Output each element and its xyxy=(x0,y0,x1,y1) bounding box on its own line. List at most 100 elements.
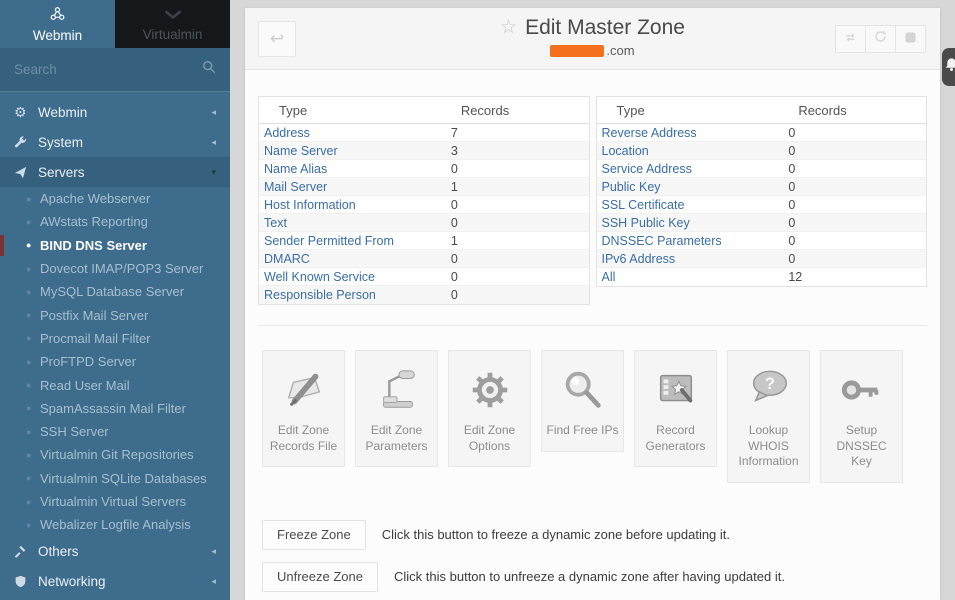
record-type-row: Sender Permitted From1 xyxy=(259,232,589,250)
sidebar-subitem-ssh-server[interactable]: ●SSH Server xyxy=(0,420,230,443)
sidebar-subitem-awstats-reporting[interactable]: ●AWstats Reporting xyxy=(0,210,230,233)
sidebar-subitem-virtualmin-git-repositories[interactable]: ●Virtualmin Git Repositories xyxy=(0,443,230,466)
record-type-row: DNSSEC Parameters0 xyxy=(597,232,927,250)
record-type-row: DMARC0 xyxy=(259,250,589,268)
zone-action-cards: Edit Zone Records FileEdit Zone Paramete… xyxy=(258,350,927,483)
record-count: 0 xyxy=(447,216,589,230)
record-count: 1 xyxy=(447,234,589,248)
bell-icon xyxy=(942,57,955,77)
record-type-row: SSH Public Key0 xyxy=(597,214,927,232)
record-type-link-name-alias[interactable]: Name Alias xyxy=(259,162,447,176)
sidebar-subitem-webalizer-logfile-analysis[interactable]: ●Webalizer Logfile Analysis xyxy=(0,513,230,536)
chevron-left-icon: ◂ xyxy=(211,137,216,148)
record-type-link-responsible-person[interactable]: Responsible Person xyxy=(259,288,447,302)
refresh-button[interactable] xyxy=(865,25,896,53)
record-type-row: Responsible Person0 xyxy=(259,286,589,304)
tab-virtualmin[interactable]: Virtualmin xyxy=(115,0,230,48)
action-lookup-whois-information[interactable]: ?Lookup WHOIS Information xyxy=(727,350,810,483)
record-type-link-sender-permitted-from[interactable]: Sender Permitted From xyxy=(259,234,447,248)
sidebar-item-servers[interactable]: Servers▾ xyxy=(0,157,230,187)
gear-large-icon xyxy=(453,365,526,415)
sidebar-subitem-apache-webserver[interactable]: ●Apache Webserver xyxy=(0,187,230,210)
action-setup-dnssec-key[interactable]: Setup DNSSEC Key xyxy=(820,350,903,483)
record-type-link-reverse-address[interactable]: Reverse Address xyxy=(597,126,785,140)
action-edit-zone-options[interactable]: Edit Zone Options xyxy=(448,350,531,467)
star-icon[interactable]: ☆ xyxy=(500,18,517,38)
zone-control-description: Click this button to unfreeze a dynamic … xyxy=(394,569,785,584)
record-type-link-address[interactable]: Address xyxy=(259,126,447,140)
lamp-icon xyxy=(360,365,433,415)
sidebar-subitem-bind-dns-server[interactable]: ●BIND DNS Server xyxy=(0,234,230,257)
column-records: Records xyxy=(447,103,589,118)
record-type-row: Service Address0 xyxy=(597,160,927,178)
record-table-right: TypeRecords Reverse Address 0 Location 0 Serv… xyxy=(596,96,928,287)
record-count: 0 xyxy=(447,288,589,302)
sidebar-search xyxy=(0,48,230,92)
sidebar: Webmin Virtualmin ⚙Webmin◂System◂Servers… xyxy=(0,0,230,600)
action-edit-zone-records-file[interactable]: Edit Zone Records File xyxy=(262,350,345,467)
record-count: 0 xyxy=(784,180,926,194)
sidebar-subitem-read-user-mail[interactable]: ●Read User Mail xyxy=(0,373,230,396)
tab-webmin[interactable]: Webmin xyxy=(0,0,115,48)
chevron-left-icon: ◂ xyxy=(211,546,216,557)
record-type-link-location[interactable]: Location xyxy=(597,144,785,158)
record-type-link-ssh-public-key[interactable]: SSH Public Key xyxy=(597,216,785,230)
pen-paper-icon xyxy=(267,365,340,415)
sidebar-item-system[interactable]: System◂ xyxy=(0,127,230,157)
repeat-button[interactable] xyxy=(835,25,866,53)
action-edit-zone-parameters[interactable]: Edit Zone Parameters xyxy=(355,350,438,467)
magnifier-icon xyxy=(546,365,619,415)
record-count: 0 xyxy=(447,198,589,212)
bullet-icon: ● xyxy=(26,380,40,390)
sidebar-subitem-dovecot-imap-pop3-server[interactable]: ●Dovecot IMAP/POP3 Server xyxy=(0,257,230,280)
record-type-link-ssl-certificate[interactable]: SSL Certificate xyxy=(597,198,785,212)
sidebar-subitem-virtualmin-sqlite-databases[interactable]: ●Virtualmin SQLite Databases xyxy=(0,467,230,490)
sidebar-subitem-spamassassin-mail-filter[interactable]: ●SpamAssassin Mail Filter xyxy=(0,397,230,420)
notifications-tab[interactable] xyxy=(942,48,955,86)
zone-control-row: Freeze Zone Click this button to freeze a… xyxy=(262,520,927,550)
sidebar-subitem-procmail-mail-filter[interactable]: ●Procmail Mail Filter xyxy=(0,327,230,350)
record-type-link-text[interactable]: Text xyxy=(259,216,447,230)
sidebar-subitem-mysql-database-server[interactable]: ●MySQL Database Server xyxy=(0,280,230,303)
record-type-link-all[interactable]: All xyxy=(597,270,785,284)
action-find-free-ips[interactable]: Find Free IPs xyxy=(541,350,624,452)
record-type-link-well-known-service[interactable]: Well Known Service xyxy=(259,270,447,284)
record-type-link-name-server[interactable]: Name Server xyxy=(259,144,447,158)
record-type-link-mail-server[interactable]: Mail Server xyxy=(259,180,447,194)
record-count: 0 xyxy=(784,216,926,230)
stop-icon xyxy=(905,30,916,48)
sidebar-item-others[interactable]: Others◂ xyxy=(0,536,230,566)
record-type-row: Well Known Service0 xyxy=(259,268,589,286)
record-count: 1 xyxy=(447,180,589,194)
action-record-generators[interactable]: Record Generators xyxy=(634,350,717,467)
sidebar-item-networking[interactable]: Networking◂ xyxy=(0,566,230,596)
shield-icon xyxy=(14,575,38,588)
record-type-link-host-information[interactable]: Host Information xyxy=(259,198,447,212)
record-type-link-ipv6-address[interactable]: IPv6 Address xyxy=(597,252,785,266)
freeze-zone-button[interactable]: Freeze Zone xyxy=(262,520,366,550)
tab-webmin-label: Webmin xyxy=(33,28,82,43)
bullet-icon: ● xyxy=(26,240,40,250)
bullet-icon: ● xyxy=(26,194,40,204)
search-input[interactable] xyxy=(14,62,202,77)
record-type-row: SSL Certificate0 xyxy=(597,196,927,214)
sidebar-subitem-virtualmin-virtual-servers[interactable]: ●Virtualmin Virtual Servers xyxy=(0,490,230,513)
sidebar-subitem-postfix-mail-server[interactable]: ●Postfix Mail Server xyxy=(0,303,230,326)
zone-control-description: Click this button to freeze a dynamic zo… xyxy=(382,527,730,542)
record-type-link-public-key[interactable]: Public Key xyxy=(597,180,785,194)
sidebar-subitem-proftpd-server[interactable]: ●ProFTPD Server xyxy=(0,350,230,373)
record-type-link-service-address[interactable]: Service Address xyxy=(597,162,785,176)
record-type-link-dmarc[interactable]: DMARC xyxy=(259,252,447,266)
unfreeze-zone-button[interactable]: Unfreeze Zone xyxy=(262,562,378,592)
sidebar-item-webmin[interactable]: ⚙Webmin◂ xyxy=(0,97,230,127)
sidebar-tabs: Webmin Virtualmin xyxy=(0,0,230,48)
table-header: TypeRecords xyxy=(259,97,589,124)
record-count: 0 xyxy=(784,198,926,212)
record-table-left: TypeRecordsAddress7Name Server3Name Alia… xyxy=(258,96,590,305)
table-header: TypeRecords xyxy=(597,97,927,124)
column-records: Records xyxy=(784,103,926,118)
submenu-servers: ●Apache Webserver●AWstats Reporting●BIND… xyxy=(0,187,230,536)
record-type-link-dnssec-parameters[interactable]: DNSSEC Parameters xyxy=(597,234,785,248)
record-count: 0 xyxy=(784,252,926,266)
stop-button[interactable] xyxy=(895,25,926,53)
